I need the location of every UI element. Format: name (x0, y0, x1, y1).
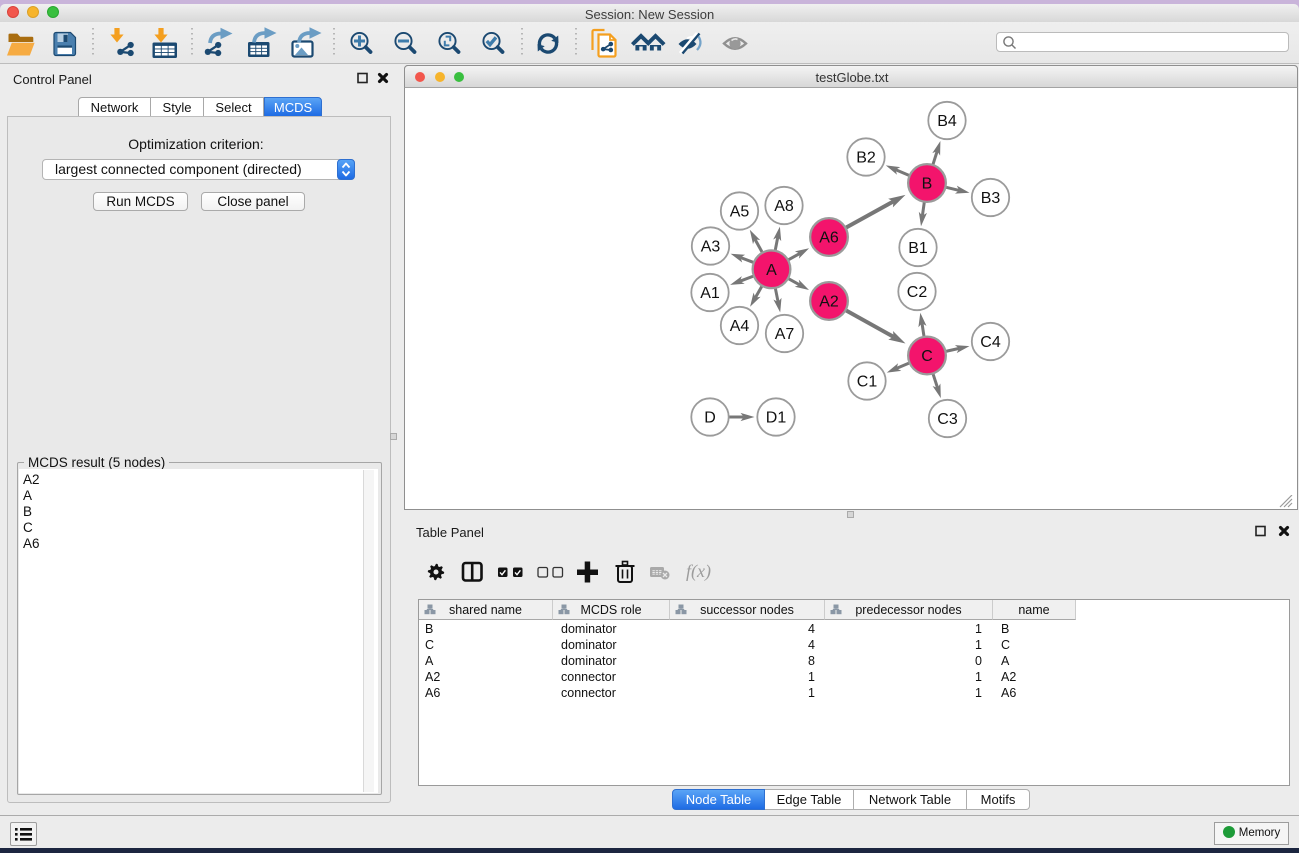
svg-text:D: D (704, 410, 716, 427)
svg-text:B2: B2 (856, 150, 876, 167)
svg-text:B4: B4 (937, 113, 957, 130)
svg-text:A1: A1 (700, 285, 720, 302)
svg-text:A4: A4 (730, 318, 750, 335)
svg-text:A2: A2 (819, 294, 839, 311)
svg-text:C4: C4 (980, 334, 1001, 351)
svg-text:A6: A6 (819, 230, 839, 247)
svg-text:D1: D1 (766, 410, 787, 427)
svg-text:A5: A5 (730, 204, 750, 221)
svg-text:B: B (922, 176, 933, 193)
svg-text:A8: A8 (774, 198, 794, 215)
svg-text:C2: C2 (907, 284, 928, 301)
svg-text:C3: C3 (937, 411, 958, 428)
svg-text:B3: B3 (981, 190, 1001, 207)
svg-text:A3: A3 (701, 239, 721, 256)
svg-text:A7: A7 (775, 326, 795, 343)
svg-text:C1: C1 (857, 374, 878, 391)
svg-text:A: A (766, 262, 777, 279)
svg-text:B1: B1 (908, 240, 928, 257)
svg-text:C: C (921, 348, 933, 365)
